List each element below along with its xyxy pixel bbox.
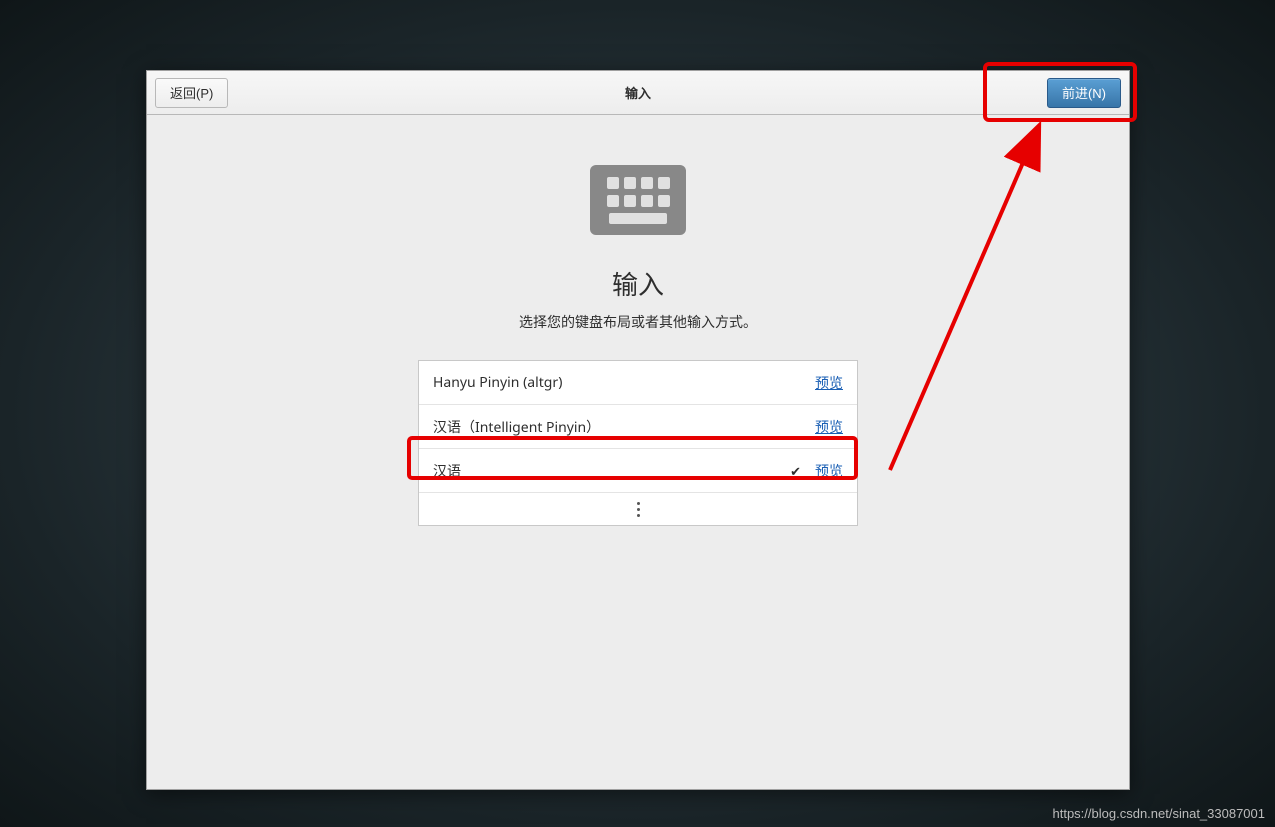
setup-window: 返回(P) 输入 前进(N) 输入 选择您的键盘布局或者其他输入方式。 Hany… (146, 70, 1130, 790)
next-button[interactable]: 前进(N) (1047, 78, 1121, 108)
keyboard-icon (590, 165, 686, 235)
preview-link[interactable]: 预览 (815, 373, 843, 393)
input-source-label: 汉语（Intelligent Pinyin） (433, 417, 815, 437)
page-subtitle: 选择您的键盘布局或者其他输入方式。 (519, 312, 757, 332)
watermark-text: https://blog.csdn.net/sinat_33087001 (1053, 806, 1266, 821)
content-area: 输入 选择您的键盘布局或者其他输入方式。 Hanyu Pinyin (altgr… (147, 115, 1129, 526)
preview-link[interactable]: 预览 (815, 461, 843, 481)
input-source-label: 汉语 (433, 461, 790, 481)
check-icon: ✔ (790, 462, 801, 480)
input-source-list: Hanyu Pinyin (altgr) 预览 汉语（Intelligent P… (418, 360, 858, 526)
titlebar: 返回(P) 输入 前进(N) (147, 71, 1129, 115)
preview-link[interactable]: 预览 (815, 417, 843, 437)
back-button[interactable]: 返回(P) (155, 78, 228, 108)
input-source-row[interactable]: 汉语（Intelligent Pinyin） 预览 (419, 405, 857, 449)
input-source-row[interactable]: Hanyu Pinyin (altgr) 预览 (419, 361, 857, 405)
more-icon (637, 502, 640, 517)
input-source-label: Hanyu Pinyin (altgr) (433, 373, 815, 392)
titlebar-title: 输入 (625, 83, 651, 102)
page-heading: 输入 (612, 265, 664, 302)
more-options-button[interactable] (419, 493, 857, 525)
input-source-row[interactable]: 汉语 ✔ 预览 (419, 449, 857, 493)
